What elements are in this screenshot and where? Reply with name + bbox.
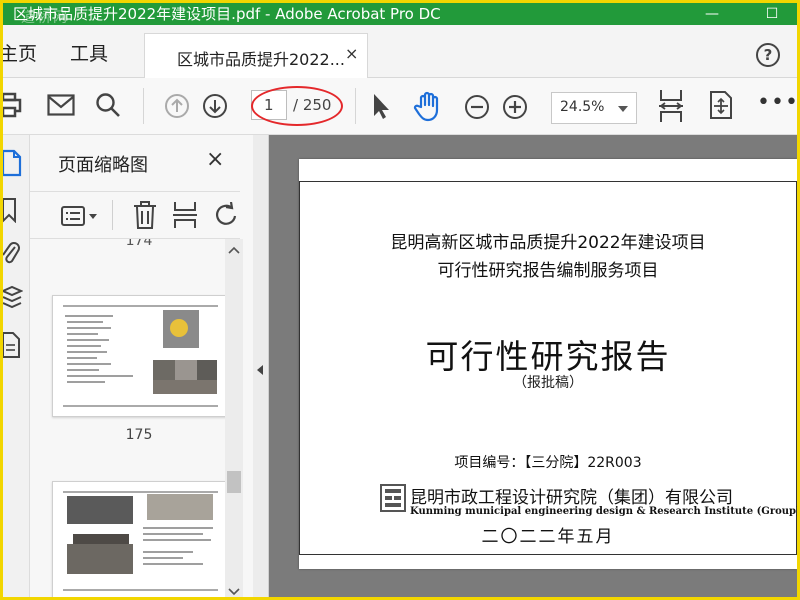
window-title: 区城市品质提升2022年建设项目.pdf - Adobe Acrobat Pro… [13, 5, 441, 23]
zoom-out-icon[interactable] [464, 94, 490, 124]
document-icon[interactable] [3, 331, 21, 363]
doc-title-line2: 可行性研究报告编制服务项目 [437, 261, 659, 281]
thumbnail-page-content [63, 491, 218, 591]
title-bar: 区城市品质提升2022年建设项目.pdf - Adobe Acrobat Pro… [3, 3, 797, 26]
document-view[interactable]: 昆明高新区城市品质提升2022年建设项目 可行性研究报告编制服务项目 可行性研究… [269, 135, 797, 597]
fit-page-icon[interactable] [657, 88, 685, 128]
panel-collapse-handle[interactable] [253, 135, 269, 597]
page-thumbnails-icon[interactable] [3, 149, 23, 181]
layers-icon[interactable] [3, 285, 24, 315]
thumbnail-list: 174 175 [30, 239, 226, 597]
page-border: 昆明高新区城市品质提升2022年建设项目 可行性研究报告编制服务项目 可行性研究… [299, 181, 797, 555]
thumbnail-options-icon[interactable] [60, 204, 100, 232]
doc-project-code: 项目编号：【三分院】22R003 [454, 455, 642, 471]
maximize-button[interactable]: ☐ [755, 3, 789, 25]
doc-organization-english: Kunming municipal engineering design & R… [410, 506, 800, 517]
hand-tool-icon[interactable] [413, 90, 445, 126]
thumbnail-page-content [63, 305, 218, 407]
mail-icon[interactable] [47, 94, 75, 120]
bookmark-icon[interactable] [3, 197, 21, 227]
doc-main-title: 可行性研究报告 [425, 337, 671, 376]
rotate-page-icon[interactable] [214, 201, 240, 232]
pdf-page: 昆明高新区城市品质提升2022年建设项目 可行性研究报告编制服务项目 可行性研究… [299, 159, 797, 569]
doc-date: 二〇二二年五月 [481, 527, 615, 547]
tools-tab[interactable]: 工具 [70, 39, 108, 66]
page-thumbnail[interactable] [52, 295, 226, 417]
zoom-select[interactable]: 24.5% [551, 92, 637, 124]
search-icon[interactable] [95, 92, 121, 122]
main-toolbar: 1 / 250 24.5% ••• [3, 78, 797, 135]
toolbar-separator [355, 88, 356, 124]
delete-page-icon[interactable] [132, 200, 158, 234]
thumbnails-panel: 页面缩略图 × 174 175 [30, 135, 254, 599]
navigation-rail [3, 135, 30, 597]
panel-close-button[interactable]: × [206, 147, 224, 172]
split-page-icon[interactable] [172, 200, 198, 234]
print-icon[interactable] [3, 92, 23, 122]
previous-page-icon[interactable] [164, 93, 190, 123]
thumbnail-page-number: 175 [125, 427, 153, 443]
thumbnail-scrollbar[interactable] [225, 239, 243, 599]
minimize-button[interactable]: — [695, 3, 729, 25]
toolbar-separator [143, 88, 144, 124]
company-logo-icon [380, 484, 406, 512]
doc-subtitle: （报批稿） [513, 375, 583, 391]
scroll-up-icon[interactable] [225, 243, 243, 257]
zoom-value: 24.5% [560, 99, 605, 115]
panel-title: 页面缩略图 [58, 155, 148, 176]
thumbnail-number-cutoff: 174 [125, 239, 153, 247]
menu-tab-bar: 主页 工具 区城市品质提升2022... × ? [3, 25, 797, 78]
full-screen-icon[interactable] [707, 90, 735, 124]
help-button[interactable]: ? [756, 43, 780, 67]
document-tab[interactable]: 区城市品质提升2022... × [144, 33, 368, 78]
scroll-down-icon[interactable] [225, 585, 243, 599]
annotation-circle [251, 86, 343, 126]
document-tab-label: 区城市品质提升2022... [177, 50, 345, 69]
home-tab[interactable]: 主页 [3, 39, 37, 66]
app-window: 区城市品质提升2022年建设项目.pdf - Adobe Acrobat Pro… [0, 0, 800, 600]
zoom-in-icon[interactable] [502, 94, 528, 124]
scrollbar-thumb[interactable] [227, 471, 241, 493]
more-tools-button[interactable]: ••• [757, 90, 797, 115]
panel-toolbar [30, 191, 240, 239]
page-thumbnail[interactable] [52, 481, 226, 597]
chevron-down-icon [618, 106, 628, 112]
doc-organization: 昆明市政工程设计研究院（集团）有限公司 [410, 488, 733, 508]
next-page-icon[interactable] [202, 93, 228, 123]
select-cursor-icon[interactable] [371, 92, 391, 124]
doc-title-line1: 昆明高新区城市品质提升2022年建设项目 [390, 233, 706, 253]
collapse-arrow-icon [257, 365, 263, 375]
tab-close-button[interactable]: × [345, 44, 358, 63]
attachment-icon[interactable] [3, 239, 21, 271]
panel-toolbar-separator [112, 200, 113, 230]
